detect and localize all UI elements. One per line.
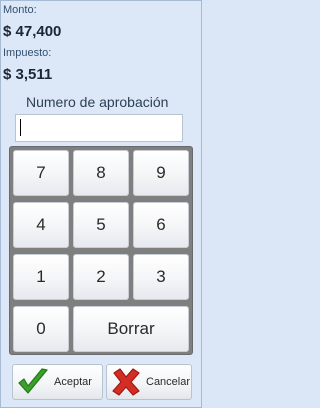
key-6[interactable]: 6: [133, 202, 189, 248]
cancel-label: Cancelar: [146, 376, 191, 388]
numeric-keypad: 7 8 9 4 5 6 1 2 3 0 Borrar: [9, 146, 193, 355]
amount-label: Monto:: [3, 4, 37, 16]
tax-label: Impuesto:: [3, 47, 52, 59]
key-4[interactable]: 4: [13, 202, 69, 248]
accept-label: Aceptar: [54, 376, 92, 388]
text-caret: [20, 119, 21, 136]
key-1[interactable]: 1: [13, 254, 69, 300]
approval-number-label: Numero de aprobación: [26, 94, 169, 110]
amount-value: $ 47,400: [3, 23, 62, 40]
approval-number-input[interactable]: [15, 114, 183, 142]
clear-button[interactable]: Borrar: [73, 306, 189, 352]
key-0[interactable]: 0: [13, 306, 69, 352]
tax-value: $ 3,511: [3, 66, 53, 83]
x-icon: [110, 367, 142, 397]
key-7[interactable]: 7: [13, 150, 69, 196]
key-8[interactable]: 8: [73, 150, 129, 196]
key-2[interactable]: 2: [73, 254, 129, 300]
cancel-button[interactable]: Cancelar: [106, 364, 192, 400]
check-icon: [16, 367, 50, 397]
key-9[interactable]: 9: [133, 150, 189, 196]
accept-button[interactable]: Aceptar: [12, 364, 103, 400]
key-5[interactable]: 5: [73, 202, 129, 248]
key-3[interactable]: 3: [133, 254, 189, 300]
